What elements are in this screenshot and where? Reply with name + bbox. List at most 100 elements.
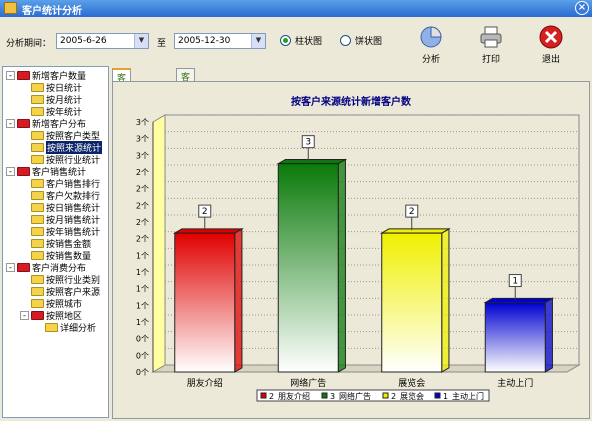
tree-node[interactable]: 按照城市 <box>20 297 82 310</box>
y-tick-label: 0个 <box>136 335 149 344</box>
folder-icon <box>31 154 44 164</box>
navigation-tree: - 新增客户数量 按日统计 按月统计 按年统计 - 新增客户分布 按照客户类型 按照来源统计 按照… <box>2 66 109 418</box>
x-tick-label: 主动上门 <box>497 377 533 389</box>
y-tick-label: 3个 <box>136 151 149 160</box>
tree-node[interactable]: 按销售数量 <box>20 249 91 262</box>
tree-node[interactable]: - 按照地区 <box>20 309 82 322</box>
tree-node[interactable]: 按照行业类别 <box>20 273 100 286</box>
bar <box>277 163 339 373</box>
tree-node[interactable]: - 新增客户分布 <box>6 117 86 130</box>
data-label: 2 <box>202 207 208 217</box>
legend-swatch <box>434 392 441 399</box>
end-date-combo[interactable]: 2005-12-30 ▼ <box>174 33 266 49</box>
print-button[interactable]: 打印 <box>471 25 511 65</box>
folder-icon <box>31 106 44 116</box>
chevron-down-icon[interactable]: ▼ <box>134 34 148 48</box>
tree-node[interactable]: 按月销售统计 <box>20 213 100 226</box>
analyze-label: 分析 <box>421 55 440 65</box>
collapse-icon[interactable]: - <box>6 166 15 176</box>
y-tick-label: 1个 <box>136 251 149 260</box>
bar-top <box>379 228 451 234</box>
x-tick-label: 网络广告 <box>290 377 326 389</box>
print-label: 打印 <box>481 55 500 65</box>
end-date-value: 2005-12-30 <box>178 36 231 46</box>
radio-bar-chart[interactable]: 柱状图 <box>280 34 322 47</box>
y-tick-label: 3个 <box>136 118 149 127</box>
bar <box>381 232 443 373</box>
collapse-icon[interactable]: - <box>6 118 15 128</box>
tree-node[interactable]: 按照客户来源 <box>20 285 100 298</box>
to-label: 至 <box>157 39 167 49</box>
folder-icon <box>45 322 58 332</box>
folder-icon <box>31 274 44 284</box>
tree-node[interactable]: 按月统计 <box>20 93 82 106</box>
y-tick-label: 2个 <box>136 218 149 227</box>
legend-swatch <box>321 392 328 399</box>
data-label: 1 <box>512 277 518 287</box>
folder-icon <box>17 262 30 272</box>
tree-node[interactable]: 详细分析 <box>34 321 96 334</box>
folder-icon <box>31 310 44 320</box>
y-tick-label: 0个 <box>136 368 149 377</box>
y-tick-label: 1个 <box>136 285 149 294</box>
folder-icon <box>31 142 44 152</box>
tree-node[interactable]: 按照来源统计 <box>20 140 103 154</box>
tree-node[interactable]: 客户欠款排行 <box>20 189 100 202</box>
radio-dot-icon <box>340 35 351 46</box>
folder-icon <box>31 190 44 200</box>
printer-icon <box>480 26 502 48</box>
folder-icon <box>31 298 44 308</box>
exit-icon <box>539 25 563 49</box>
folder-icon <box>31 202 44 212</box>
chevron-down-icon[interactable]: ▼ <box>251 34 265 48</box>
y-tick-label: 2个 <box>136 235 149 244</box>
tree-node[interactable]: 按年统计 <box>20 105 82 118</box>
folder-icon <box>31 178 44 188</box>
folder-icon <box>17 118 30 128</box>
legend-swatch <box>382 392 389 399</box>
tree-node[interactable]: 按照行业统计 <box>20 153 100 166</box>
bar-side <box>544 297 553 373</box>
legend-label: 主动上门 <box>452 391 484 401</box>
analyze-button[interactable]: 分析 <box>411 25 451 65</box>
tab-chart[interactable]: 客户分析图表 <box>112 68 132 149</box>
window-title: 客户统计分析 <box>22 6 82 17</box>
radio-bar-label: 柱状图 <box>295 37 323 47</box>
radio-pie-label: 饼状图 <box>355 37 383 47</box>
radio-pie-chart[interactable]: 饼状图 <box>340 34 382 47</box>
y-tick-label: 1个 <box>136 301 149 310</box>
legend-number: 2 <box>391 392 396 401</box>
folder-icon <box>17 166 30 176</box>
y-tick-label: 1个 <box>136 318 149 327</box>
collapse-icon[interactable]: - <box>6 262 15 272</box>
legend-swatch <box>260 392 267 399</box>
tree-node[interactable]: 按销售金额 <box>20 237 91 250</box>
tree-node[interactable]: 客户销售排行 <box>20 177 100 190</box>
x-tick-label: 展览会 <box>398 377 425 389</box>
bar-top <box>276 158 348 165</box>
tab-list[interactable]: 客户分析列表 <box>176 68 196 148</box>
chart-left-wall <box>152 114 166 373</box>
bar-top <box>483 297 555 304</box>
tree-node[interactable]: - 客户消费分布 <box>6 261 86 274</box>
tree-node[interactable]: 按日统计 <box>20 81 82 94</box>
period-label: 分析期间： <box>6 39 52 49</box>
collapse-icon[interactable]: - <box>6 70 15 80</box>
legend-label: 展览会 <box>400 391 424 401</box>
legend-number: 3 <box>330 392 335 401</box>
close-icon[interactable]: × <box>575 1 589 15</box>
tree-node[interactable]: - 新增客户数量 <box>6 69 86 82</box>
folder-icon <box>17 70 30 80</box>
folder-icon <box>31 130 44 140</box>
tree-node[interactable]: 按照客户类型 <box>20 129 100 142</box>
app-icon <box>4 2 17 14</box>
x-tick-label: 朋友介绍 <box>187 377 223 389</box>
tree-node[interactable]: 按年销售统计 <box>20 225 100 238</box>
y-tick-label: 3个 <box>136 135 149 144</box>
collapse-icon[interactable]: - <box>20 310 29 320</box>
tree-node[interactable]: 按日销售统计 <box>20 201 100 214</box>
start-date-combo[interactable]: 2005-6-26 ▼ <box>56 33 149 49</box>
exit-button[interactable]: 退出 <box>531 25 571 65</box>
y-tick-label: 0个 <box>136 351 149 360</box>
tree-node[interactable]: - 客户销售统计 <box>6 165 86 178</box>
